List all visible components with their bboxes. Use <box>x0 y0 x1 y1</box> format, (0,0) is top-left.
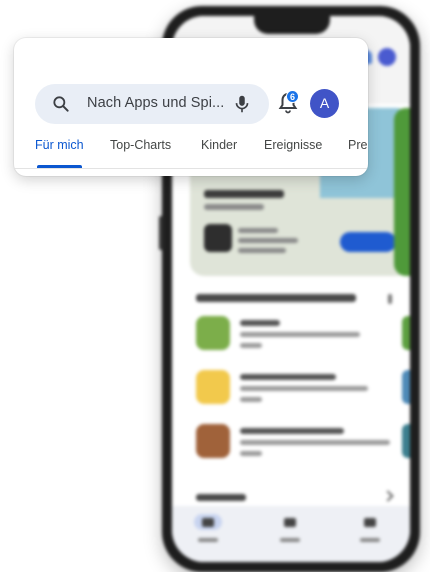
app-title-placeholder <box>240 320 280 326</box>
nav-label-placeholder <box>198 538 218 542</box>
section-title-placeholder <box>196 294 356 302</box>
tab-kinder[interactable]: Kinder <box>201 138 237 152</box>
next-app-peek <box>402 424 410 458</box>
next-app-peek <box>402 370 410 404</box>
promo-text-line <box>238 228 278 233</box>
search-input[interactable]: Nach Apps und Spi... <box>87 95 227 111</box>
screenshot-root: Nach Apps und Spi... 6 A Für mich Top-Ch… <box>0 0 430 572</box>
gamepad-icon <box>202 518 214 527</box>
app-title-placeholder <box>240 374 336 380</box>
promo-text-line <box>238 238 298 243</box>
nav-item-games <box>188 514 228 554</box>
category-tabs: Für mich Top-Charts Kinder Ereignisse Pr… <box>14 138 368 176</box>
nav-item-books <box>350 514 390 554</box>
nav-item-apps <box>270 514 310 554</box>
app-icon <box>196 370 230 404</box>
bottom-navigation <box>172 506 410 562</box>
promo-subtitle-placeholder <box>204 204 264 210</box>
app-meta-placeholder <box>240 440 390 445</box>
phone-side-button <box>159 216 163 250</box>
promo-install-button <box>340 232 396 252</box>
app-rating-placeholder <box>240 451 262 456</box>
tab-fuer-mich[interactable]: Für mich <box>35 138 84 152</box>
app-meta-placeholder <box>240 332 360 337</box>
promo-next-card-peek <box>394 108 410 276</box>
active-tab-indicator <box>37 165 82 168</box>
blurred-avatar <box>378 48 396 66</box>
list-item <box>196 424 406 464</box>
search-icon[interactable] <box>51 94 71 114</box>
promo-text-line <box>238 248 286 253</box>
notifications-button[interactable]: 6 <box>276 90 302 117</box>
zoomed-header-callout: Nach Apps und Spi... 6 A Für mich Top-Ch… <box>14 38 368 176</box>
promo-app-icon <box>204 224 232 252</box>
app-title-placeholder <box>240 428 344 434</box>
tab-top-charts[interactable]: Top-Charts <box>110 138 171 152</box>
tabs-divider <box>14 168 368 169</box>
mic-icon[interactable] <box>231 93 253 115</box>
app-rating-placeholder <box>240 397 262 402</box>
app-icon <box>196 316 230 350</box>
nav-label-placeholder <box>280 538 300 542</box>
list-item <box>196 370 406 410</box>
search-bar[interactable]: Nach Apps und Spi... <box>35 84 269 124</box>
book-icon <box>364 518 376 527</box>
app-rating-placeholder <box>240 343 262 348</box>
nav-label-placeholder <box>360 538 380 542</box>
avatar[interactable]: A <box>310 89 339 118</box>
tab-premium[interactable]: Pre <box>348 138 367 152</box>
next-app-peek <box>402 316 410 350</box>
phone-notch <box>254 16 330 34</box>
apps-grid-icon <box>284 518 296 527</box>
section-more-icon <box>388 294 392 304</box>
app-meta-placeholder <box>240 386 368 391</box>
notification-badge: 6 <box>286 90 299 103</box>
arrow-right-icon <box>382 490 394 502</box>
promo-title-placeholder <box>204 190 284 198</box>
tab-ereignisse[interactable]: Ereignisse <box>264 138 322 152</box>
list-item <box>196 316 406 356</box>
section-title-placeholder <box>196 494 246 501</box>
app-icon <box>196 424 230 458</box>
